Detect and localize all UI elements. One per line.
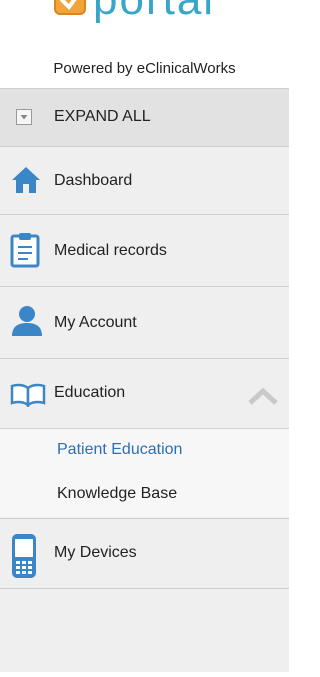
expand-all-label: EXPAND ALL — [54, 108, 151, 125]
expand-all-button[interactable]: EXPAND ALL — [0, 89, 289, 146]
portal-logo-text: portal — [93, 0, 215, 24]
mobile-device-icon — [12, 534, 36, 578]
patient-education-link: Patient Education — [57, 441, 183, 458]
sidebar-item-education[interactable]: Education — [0, 359, 289, 428]
home-icon — [12, 167, 40, 193]
sidebar-item-label: Dashboard — [54, 172, 133, 189]
user-icon — [12, 306, 42, 336]
portal-sidebar: portal Powered by eClinicalWorks EXPAND … — [0, 0, 289, 677]
expand-toggle-icon — [16, 109, 32, 125]
sidebar-item-label: Medical records — [54, 242, 167, 259]
book-icon — [10, 383, 46, 407]
sidebar-item-my-devices[interactable]: My Devices — [0, 519, 289, 588]
sidebar-item-my-account[interactable]: My Account — [0, 287, 289, 358]
knowledge-base-link: Knowledge Base — [57, 485, 178, 502]
sidebar-item-label: My Account — [54, 314, 137, 331]
portal-logo-icon — [54, 0, 86, 15]
chevron-up-icon[interactable] — [247, 386, 279, 406]
divider — [0, 588, 289, 589]
sidebar-item-dashboard[interactable]: Dashboard — [0, 147, 289, 214]
sidebar-item-label: My Devices — [54, 544, 137, 561]
sidebar-item-label: Education — [54, 384, 126, 401]
clipboard-icon — [10, 233, 40, 268]
sidebar-subitem-patient-education[interactable]: Patient Education — [0, 429, 289, 473]
powered-by-text: Powered by eClinicalWorks — [53, 60, 236, 77]
sidebar-subitem-knowledge-base[interactable]: Knowledge Base — [0, 473, 289, 517]
logo-area: portal Powered by eClinicalWorks — [0, 0, 289, 88]
sidebar-bottom-edge — [0, 672, 289, 677]
sidebar-item-medical-records[interactable]: Medical records — [0, 215, 289, 286]
